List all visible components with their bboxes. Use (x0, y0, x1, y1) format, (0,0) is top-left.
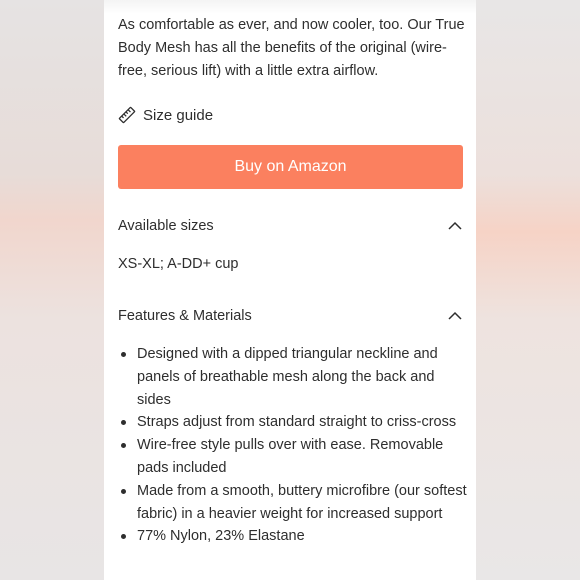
available-sizes-header[interactable]: Available sizes (118, 214, 463, 238)
product-description: As comfortable as ever, and now cooler, … (118, 17, 465, 79)
list-item: Wire-free style pulls over with ease. Re… (118, 434, 468, 480)
features-title: Features & Materials (118, 308, 252, 324)
background-right (476, 0, 580, 580)
feature-text: Made from a smooth, buttery microfibre (… (137, 482, 467, 522)
ruler-icon (118, 106, 136, 124)
size-guide-link[interactable]: Size guide (118, 103, 213, 127)
size-guide-label: Size guide (143, 106, 214, 124)
feature-text: Wire-free style pulls over with ease. Re… (137, 437, 444, 476)
bullet-icon (121, 488, 126, 494)
buy-on-amazon-button[interactable]: Buy on Amazon (118, 145, 463, 189)
feature-text: Designed with a dipped triangular neckli… (137, 346, 438, 408)
feature-text: Straps adjust from standard straight to … (137, 414, 457, 431)
feature-text: 77% Nylon, 23% Elastane (137, 528, 305, 545)
list-item: Designed with a dipped triangular neckli… (118, 343, 468, 411)
bullet-icon (121, 420, 126, 426)
list-item: 77% Nylon, 23% Elastane (118, 525, 468, 548)
chevron-up-icon (448, 219, 462, 233)
bullet-icon (121, 352, 126, 357)
list-item: Made from a smooth, buttery microfibre (… (118, 480, 468, 526)
available-sizes-title: Available sizes (118, 218, 214, 234)
panel-top-edge (104, 0, 476, 14)
list-item: Straps adjust from standard straight to … (118, 411, 468, 434)
product-details-panel: As comfortable as ever, and now cooler, … (104, 0, 476, 580)
bullet-icon (121, 443, 126, 449)
chevron-up-icon (448, 309, 462, 323)
features-list: Designed with a dipped triangular neckli… (118, 343, 468, 548)
bullet-icon (121, 534, 126, 540)
features-header[interactable]: Features & Materials (118, 304, 463, 328)
available-sizes-value: XS-XL; A-DD+ cup (118, 256, 239, 272)
background-left (0, 0, 104, 580)
